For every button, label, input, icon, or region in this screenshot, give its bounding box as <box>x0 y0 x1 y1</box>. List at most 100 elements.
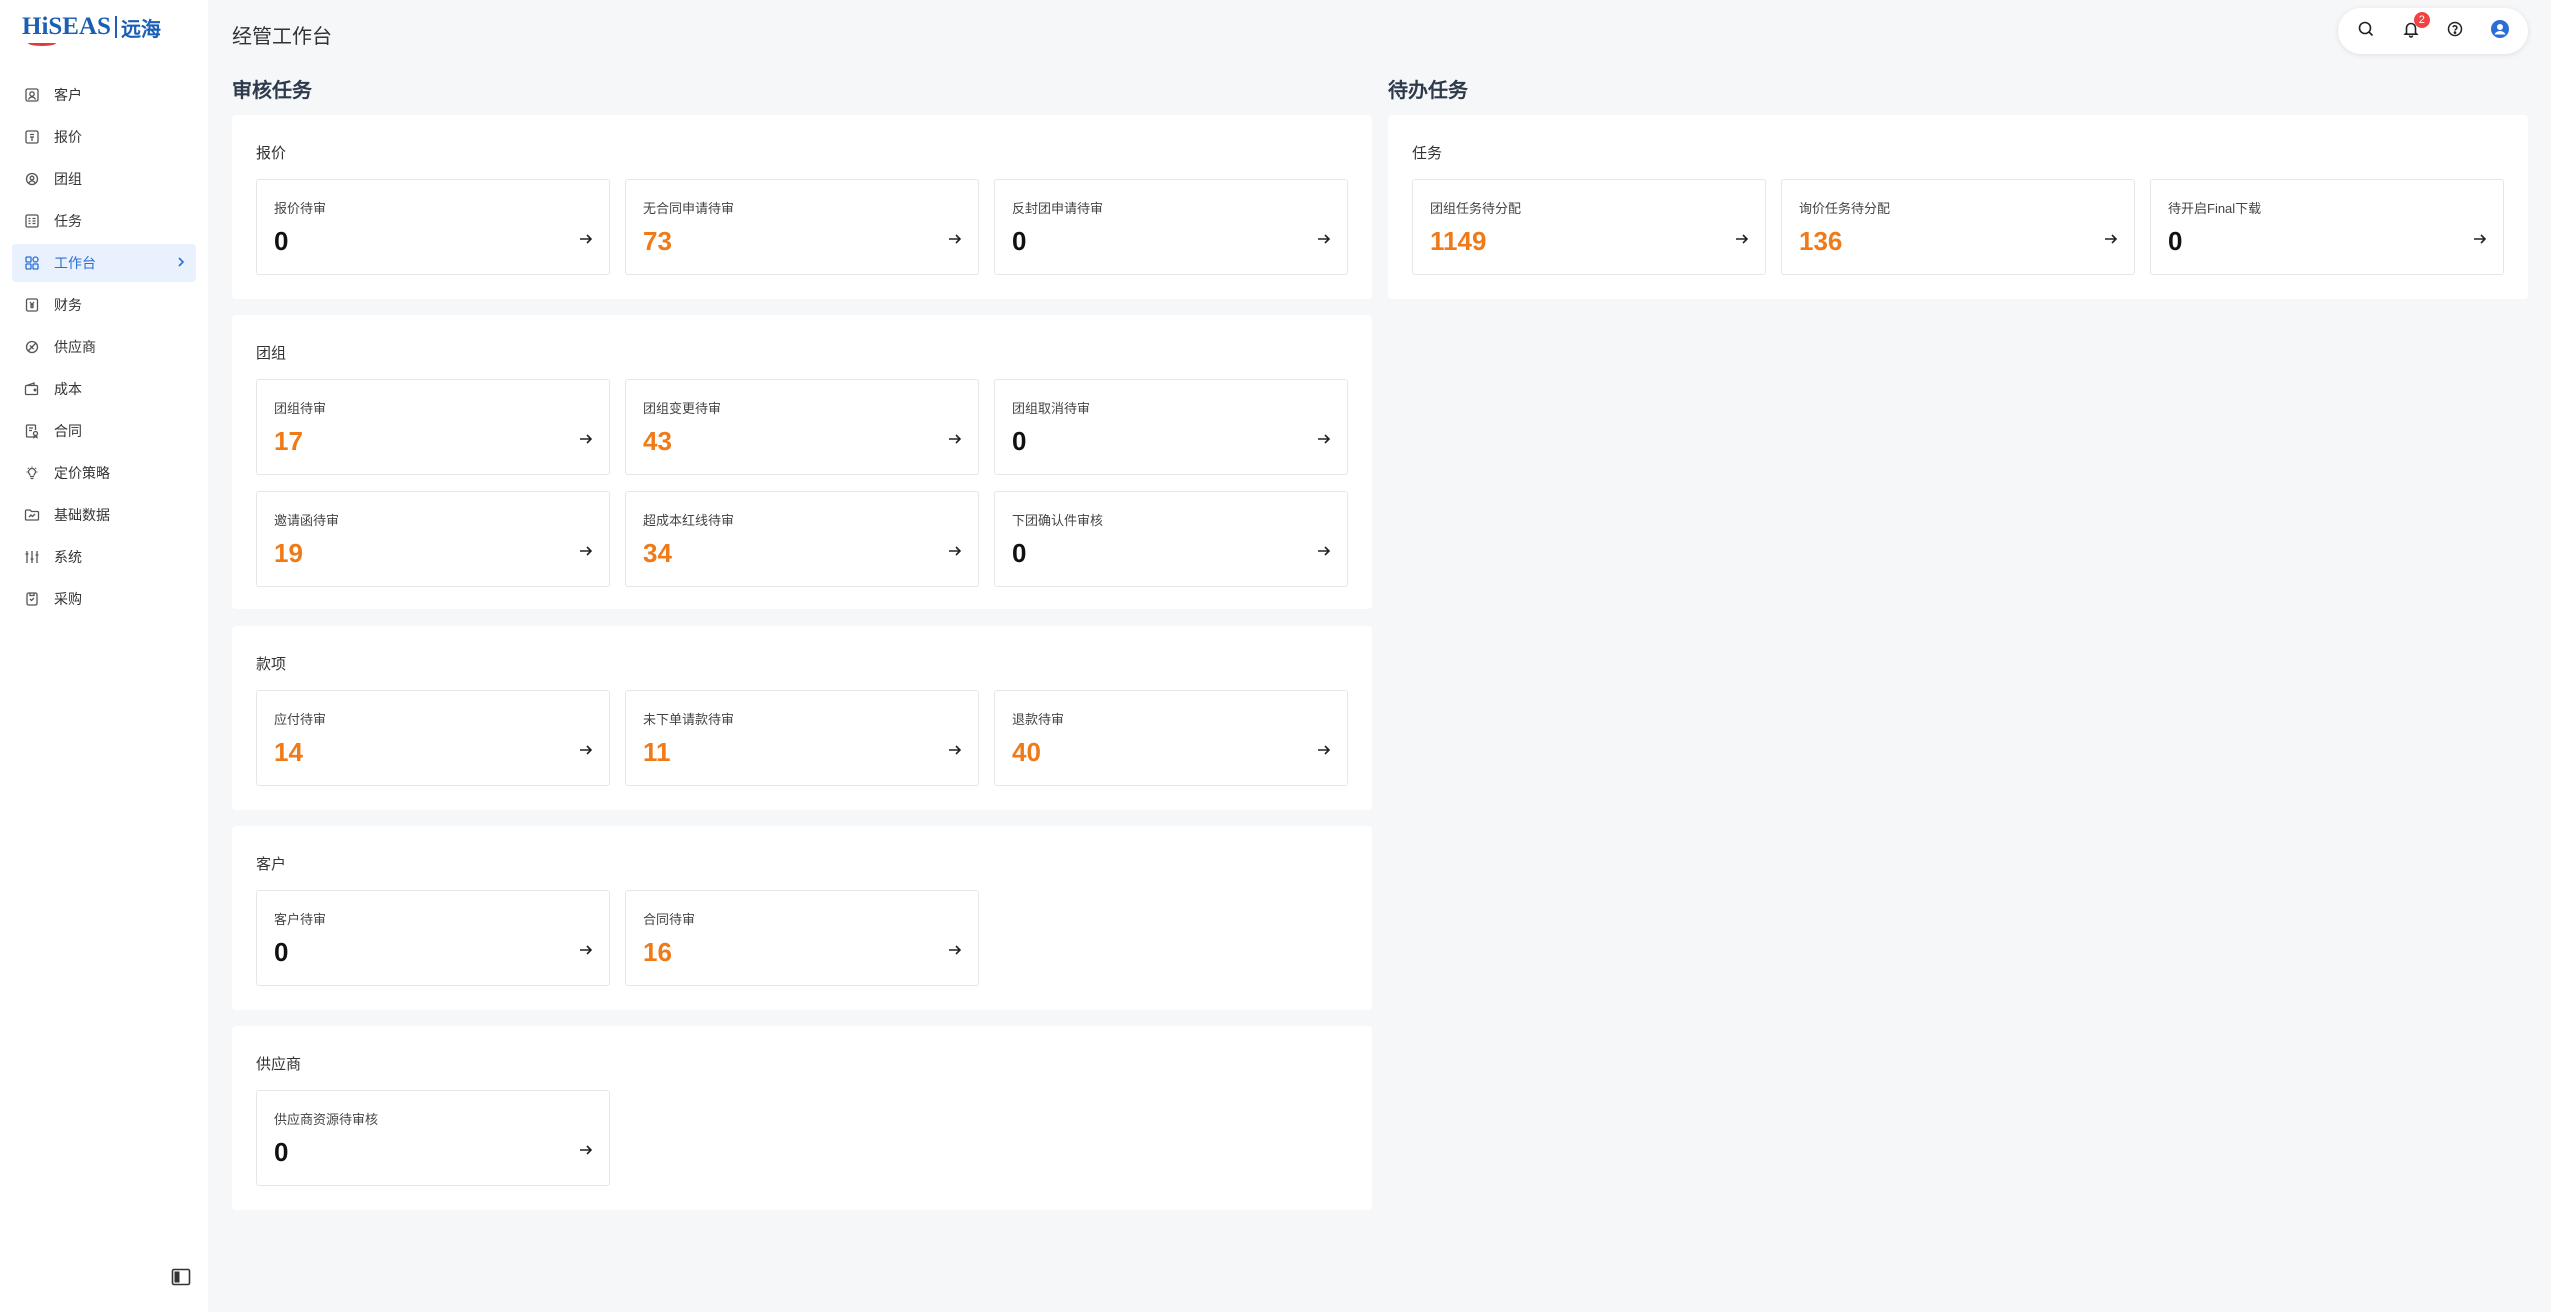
card-value: 0 <box>274 1137 289 1167</box>
arrow-right-icon <box>946 232 964 246</box>
card-label: 合同待审 <box>643 912 696 927</box>
user-button[interactable] <box>2483 14 2517 48</box>
card-label: 应付待审 <box>274 712 327 727</box>
supplier-panel: 供应商 供应商资源待审核 0 <box>232 1026 1372 1210</box>
arrow-right-icon <box>577 1143 595 1157</box>
sidebar-item-task[interactable]: 任务 <box>12 202 196 240</box>
arrow-right-icon <box>2102 232 2120 246</box>
card-final-download-pending[interactable]: 待开启Final下载 0 <box>2150 179 2504 275</box>
sidebar-item-label: 报价 <box>54 129 82 145</box>
sidebar-item-label: 成本 <box>54 381 82 397</box>
help-button[interactable] <box>2438 14 2472 48</box>
arrow-right-icon <box>946 943 964 957</box>
card-value: 0 <box>2168 226 2183 256</box>
notification-badge: 2 <box>2413 12 2430 28</box>
card-group-task-unassigned[interactable]: 团组任务待分配 1149 <box>1412 179 1766 275</box>
group-title-payment: 款项 <box>256 656 287 673</box>
arrow-right-icon <box>577 232 595 246</box>
sidebar-item-label: 合同 <box>54 423 82 439</box>
notification-button[interactable]: 2 <box>2394 12 2430 48</box>
card-label: 未下单请款待审 <box>643 712 735 727</box>
card-no-contract-request[interactable]: 无合同申请待审 73 <box>625 179 979 275</box>
sidebar-item-label: 定价策略 <box>54 465 110 481</box>
payment-panel: 款项 应付待审 14 未下单请款待审 11 退款待审 40 <box>232 626 1372 810</box>
card-supplier-resource-review[interactable]: 供应商资源待审核 0 <box>256 1090 610 1186</box>
supplier-icon <box>24 339 40 355</box>
logo-divider <box>114 16 117 38</box>
todo-section-title: 待办任务 <box>1388 80 1468 102</box>
sidebar-item-label: 供应商 <box>54 339 96 355</box>
card-value: 34 <box>643 538 672 568</box>
arrow-right-icon <box>577 943 595 957</box>
sidebar-item-label: 财务 <box>54 297 82 313</box>
card-reopen-group-request[interactable]: 反封团申请待审 0 <box>994 179 1348 275</box>
review-section-title: 审核任务 <box>232 80 312 102</box>
card-label: 询价任务待分配 <box>1799 201 1891 216</box>
card-inquiry-task-unassigned[interactable]: 询价任务待分配 136 <box>1781 179 2135 275</box>
search-button[interactable] <box>2349 14 2383 48</box>
search-icon <box>2357 20 2375 43</box>
wallet-icon <box>24 381 40 397</box>
user-avatar-icon <box>2490 19 2510 44</box>
card-refund-pending[interactable]: 退款待审 40 <box>994 690 1348 786</box>
card-unordered-payment-request[interactable]: 未下单请款待审 11 <box>625 690 979 786</box>
card-label: 报价待审 <box>274 201 327 216</box>
card-over-cost-redline[interactable]: 超成本红线待审 34 <box>625 491 979 587</box>
card-label: 邀请函待审 <box>274 513 340 528</box>
arrow-right-icon <box>1315 432 1333 446</box>
sidebar-collapse-icon[interactable] <box>170 1266 192 1288</box>
sidebar-item-quote[interactable]: 报价 <box>12 118 196 156</box>
card-payable-pending[interactable]: 应付待审 14 <box>256 690 610 786</box>
sidebar-item-customer[interactable]: 客户 <box>12 76 196 114</box>
sidebar-item-supplier[interactable]: 供应商 <box>12 328 196 366</box>
card-value: 14 <box>274 737 303 767</box>
sidebar-item-group[interactable]: 团组 <box>12 160 196 198</box>
arrow-right-icon <box>1733 232 1751 246</box>
group-title-group: 团组 <box>256 345 287 362</box>
quote-panel: 报价 报价待审 0 无合同申请待审 73 反封团申请待审 0 <box>232 115 1372 299</box>
chevron-right-icon <box>176 254 186 275</box>
sidebar-item-label: 任务 <box>54 213 82 229</box>
sidebar-item-pricing[interactable]: 定价策略 <box>12 454 196 492</box>
card-quote-pending[interactable]: 报价待审 0 <box>256 179 610 275</box>
sidebar-item-workbench[interactable]: 工作台 <box>12 244 196 282</box>
arrow-right-icon <box>946 544 964 558</box>
sidebar-item-purchase[interactable]: 采购 <box>12 580 196 618</box>
quote-icon <box>24 129 40 145</box>
logo[interactable]: HiSEAS 远海 <box>22 10 161 46</box>
top-toolbar: 2 <box>2338 8 2528 54</box>
arrow-right-icon <box>946 432 964 446</box>
sidebar-item-contract[interactable]: 合同 <box>12 412 196 450</box>
arrow-right-icon <box>577 743 595 757</box>
customer-icon <box>24 87 40 103</box>
card-group-pending[interactable]: 团组待审 17 <box>256 379 610 475</box>
card-contract-pending[interactable]: 合同待审 16 <box>625 890 979 986</box>
arrow-right-icon <box>577 544 595 558</box>
group-title-task: 任务 <box>1412 145 1443 162</box>
card-value: 40 <box>1012 737 1041 767</box>
sidebar-item-finance[interactable]: 财务 <box>12 286 196 324</box>
logo-brand: HiSEAS <box>22 13 111 40</box>
card-group-change-pending[interactable]: 团组变更待审 43 <box>625 379 979 475</box>
task-panel: 任务 团组任务待分配 1149 询价任务待分配 136 待开启Final下载 0 <box>1388 115 2528 299</box>
card-group-cancel-pending[interactable]: 团组取消待审 0 <box>994 379 1348 475</box>
sidebar-item-basedata[interactable]: 基础数据 <box>12 496 196 534</box>
card-value: 19 <box>274 538 303 568</box>
sidebar-item-system[interactable]: 系统 <box>12 538 196 576</box>
card-customer-pending[interactable]: 客户待审 0 <box>256 890 610 986</box>
card-value: 0 <box>1012 538 1027 568</box>
arrow-right-icon <box>1315 232 1333 246</box>
folder-icon <box>24 507 40 523</box>
sidebar-item-label: 客户 <box>54 87 82 103</box>
card-invitation-pending[interactable]: 邀请函待审 19 <box>256 491 610 587</box>
card-label: 团组取消待审 <box>1012 401 1091 416</box>
workbench-icon <box>24 255 40 271</box>
purchase-icon <box>24 591 40 607</box>
card-label: 团组变更待审 <box>643 401 722 416</box>
help-icon <box>2446 20 2464 43</box>
sidebar-item-cost[interactable]: 成本 <box>12 370 196 408</box>
card-value: 0 <box>274 937 289 967</box>
card-group-confirmation-review[interactable]: 下团确认件审核 0 <box>994 491 1348 587</box>
arrow-right-icon <box>946 743 964 757</box>
logo-chinese: 远海 <box>120 16 161 41</box>
